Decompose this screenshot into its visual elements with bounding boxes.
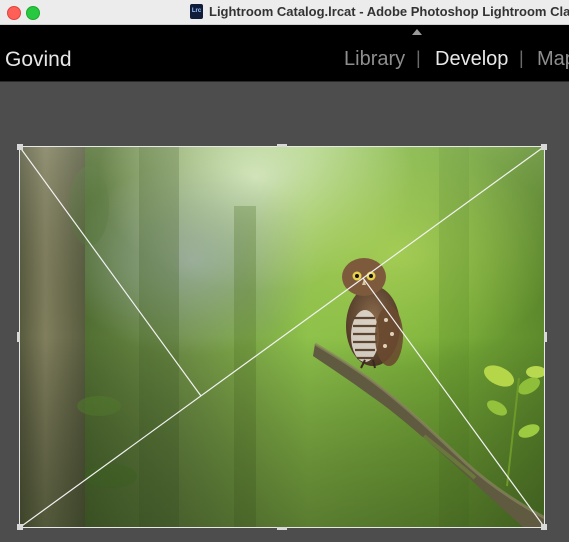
module-separator: | <box>416 48 421 68</box>
module-library[interactable]: Library <box>344 48 405 71</box>
module-separator: | <box>519 48 524 68</box>
zoom-window-button[interactable] <box>26 6 40 20</box>
crop-handle-bottom-right[interactable] <box>541 524 547 530</box>
crop-handle-top[interactable] <box>277 144 287 147</box>
crop-handle-bottom[interactable] <box>277 527 287 530</box>
crop-handle-top-right[interactable] <box>541 144 547 150</box>
crop-handle-right[interactable] <box>544 332 547 342</box>
window-title: Lightroom Catalog.lrcat - Adobe Photosho… <box>209 4 569 19</box>
collapse-top-panel-icon[interactable] <box>412 29 422 35</box>
crop-diagonal-overlay <box>19 146 545 528</box>
crop-handle-left[interactable] <box>17 332 20 342</box>
close-window-button[interactable] <box>7 6 21 20</box>
crop-handle-bottom-left[interactable] <box>17 524 23 530</box>
identity-plate: Govind <box>5 48 72 71</box>
header-divider <box>0 81 569 82</box>
module-develop[interactable]: Develop <box>435 48 508 71</box>
window-titlebar[interactable]: Lrc Lightroom Catalog.lrcat - Adobe Phot… <box>0 0 569 25</box>
lightroom-doc-icon: Lrc <box>190 4 203 19</box>
module-map[interactable]: Map <box>537 48 569 71</box>
crop-handle-top-left[interactable] <box>17 144 23 150</box>
